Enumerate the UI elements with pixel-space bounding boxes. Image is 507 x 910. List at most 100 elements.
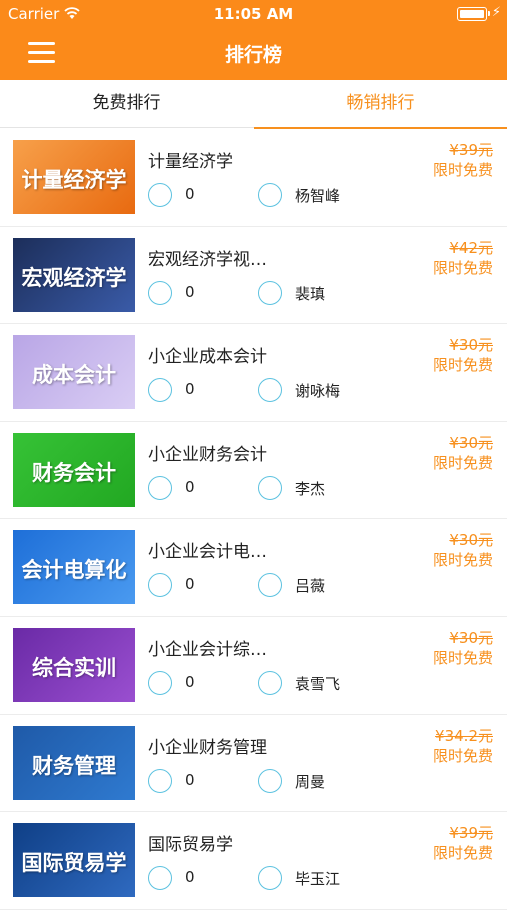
views-count: 0 [185,185,195,203]
course-thumbnail: 会计电算化 [13,530,135,605]
course-item[interactable]: 宏观经济学 宏观经济学视… 0 裴瑱 ¥42元 限时免费 [0,227,507,325]
clock-icon [148,378,172,403]
views-meta: 0 [148,280,208,305]
original-price: ¥30元 [449,336,493,355]
charging-icon: ⚡ [491,5,501,20]
course-item[interactable]: 会计电算化 小企业会计电… 0 吕薇 ¥30元 限时免费 [0,519,507,617]
teacher-meta: 谢咏梅 [258,378,378,403]
promo-label: 限时免费 [432,551,493,570]
original-price: ¥42元 [449,238,493,257]
teacher-name: 毕玉江 [295,870,341,889]
views-meta: 0 [148,378,208,403]
teacher-meta: 裴瑱 [258,280,378,305]
thumbnail-text: 宏观经济学 [21,265,127,290]
promo-label: 限时免费 [432,746,493,765]
views-meta: 0 [148,475,208,500]
course-item[interactable]: 财务管理 小企业财务管理 0 周曼 ¥34.2元 限时免费 [0,715,507,813]
thumbnail-text: 会计电算化 [21,558,127,583]
thumbnail-text: 财务管理 [32,753,116,778]
views-count: 0 [185,282,195,301]
promo-label: 限时免费 [432,161,493,179]
teacher-meta: 吕薇 [258,573,378,598]
views-count: 0 [185,477,195,496]
thumbnail-text: 国际贸易学 [21,851,127,876]
course-item[interactable]: 综合实训 小企业会计综… 0 袁雪飞 ¥30元 限时免费 [0,617,507,715]
user-icon [258,670,282,695]
original-price: ¥39元 [449,141,493,159]
course-title: 小企业会计综… [148,639,267,660]
course-thumbnail: 成本会计 [13,335,135,410]
teacher-name: 李杰 [295,479,326,498]
user-icon [258,866,282,891]
promo-label: 限时免费 [432,356,493,375]
original-price: ¥30元 [449,628,493,647]
course-title: 小企业会计电… [148,542,267,563]
promo-label: 限时免费 [432,844,493,863]
thumbnail-text: 计量经济学 [21,168,127,192]
nav-bar: 排行榜 [0,28,507,80]
course-thumbnail: 财务管理 [13,725,135,800]
course-title: 小企业成本会计 [148,347,267,368]
teacher-meta: 周曼 [258,768,378,793]
course-thumbnail: 国际贸易学 [13,823,135,898]
promo-label: 限时免费 [432,453,493,472]
views-meta: 0 [148,183,208,207]
teacher-name: 吕薇 [295,577,326,596]
views-meta: 0 [148,573,208,598]
course-title: 国际贸易学 [148,835,233,856]
views-count: 0 [185,575,195,594]
page-title: 排行榜 [224,44,282,66]
teacher-name: 谢咏梅 [295,382,341,401]
course-item[interactable]: 财务会计 小企业财务会计 0 李杰 ¥30元 限时免费 [0,422,507,520]
clock-icon [148,183,172,207]
course-thumbnail: 计量经济学 [13,140,135,214]
course-item[interactable]: 成本会计 小企业成本会计 0 谢咏梅 ¥30元 限时免费 [0,324,507,422]
original-price: ¥30元 [449,433,493,452]
tab-bar: 免费排行 畅销排行 [0,80,507,129]
course-title: 宏观经济学视… [148,249,267,270]
clock-icon [148,280,172,305]
status-bar: Carrier 11:05 AM ⚡ [0,0,507,28]
course-title: 小企业财务会计 [148,444,267,465]
views-count: 0 [185,770,195,789]
user-icon [258,573,282,598]
user-icon [258,768,282,793]
promo-label: 限时免费 [432,648,493,667]
user-icon [258,280,282,305]
course-thumbnail: 财务会计 [13,432,135,507]
user-icon [258,378,282,403]
thumbnail-text: 综合实训 [32,655,116,680]
clock-icon [148,573,172,598]
battery-icon [457,7,490,21]
views-count: 0 [185,868,195,887]
course-thumbnail: 综合实训 [13,627,135,702]
teacher-meta: 杨智峰 [258,183,378,207]
original-price: ¥34.2元 [435,726,493,745]
teacher-name: 周曼 [295,772,326,791]
views-count: 0 [185,380,195,399]
user-icon [258,475,282,500]
clock-icon [148,866,172,891]
course-item[interactable]: 计量经济学 计量经济学 0 杨智峰 ¥39元 限时免费 [0,129,507,227]
teacher-meta: 毕玉江 [258,866,378,891]
views-meta: 0 [148,768,208,793]
user-icon [258,183,282,207]
teacher-name: 袁雪飞 [295,674,341,693]
thumbnail-text: 财务会计 [32,460,116,485]
clock-time: 11:05 AM [213,5,294,23]
teacher-name: 杨智峰 [295,187,341,205]
views-count: 0 [185,672,195,691]
tab-free-ranking[interactable]: 免费排行 [0,80,253,128]
clock-icon [148,768,172,793]
views-meta: 0 [148,670,208,695]
course-title: 小企业财务管理 [148,737,267,758]
teacher-meta: 袁雪飞 [258,670,378,695]
course-item[interactable]: 国际贸易学 国际贸易学 0 毕玉江 ¥39元 限时免费 [0,812,507,910]
course-list: 计量经济学 计量经济学 0 杨智峰 ¥39元 限时免费 宏观经济学 宏观经济学视… [0,129,507,910]
teacher-name: 裴瑱 [295,284,326,303]
clock-icon [148,475,172,500]
course-title: 计量经济学 [148,152,233,172]
teacher-meta: 李杰 [258,475,378,500]
clock-icon [148,670,172,695]
tab-bestseller-ranking[interactable]: 畅销排行 [254,80,507,129]
